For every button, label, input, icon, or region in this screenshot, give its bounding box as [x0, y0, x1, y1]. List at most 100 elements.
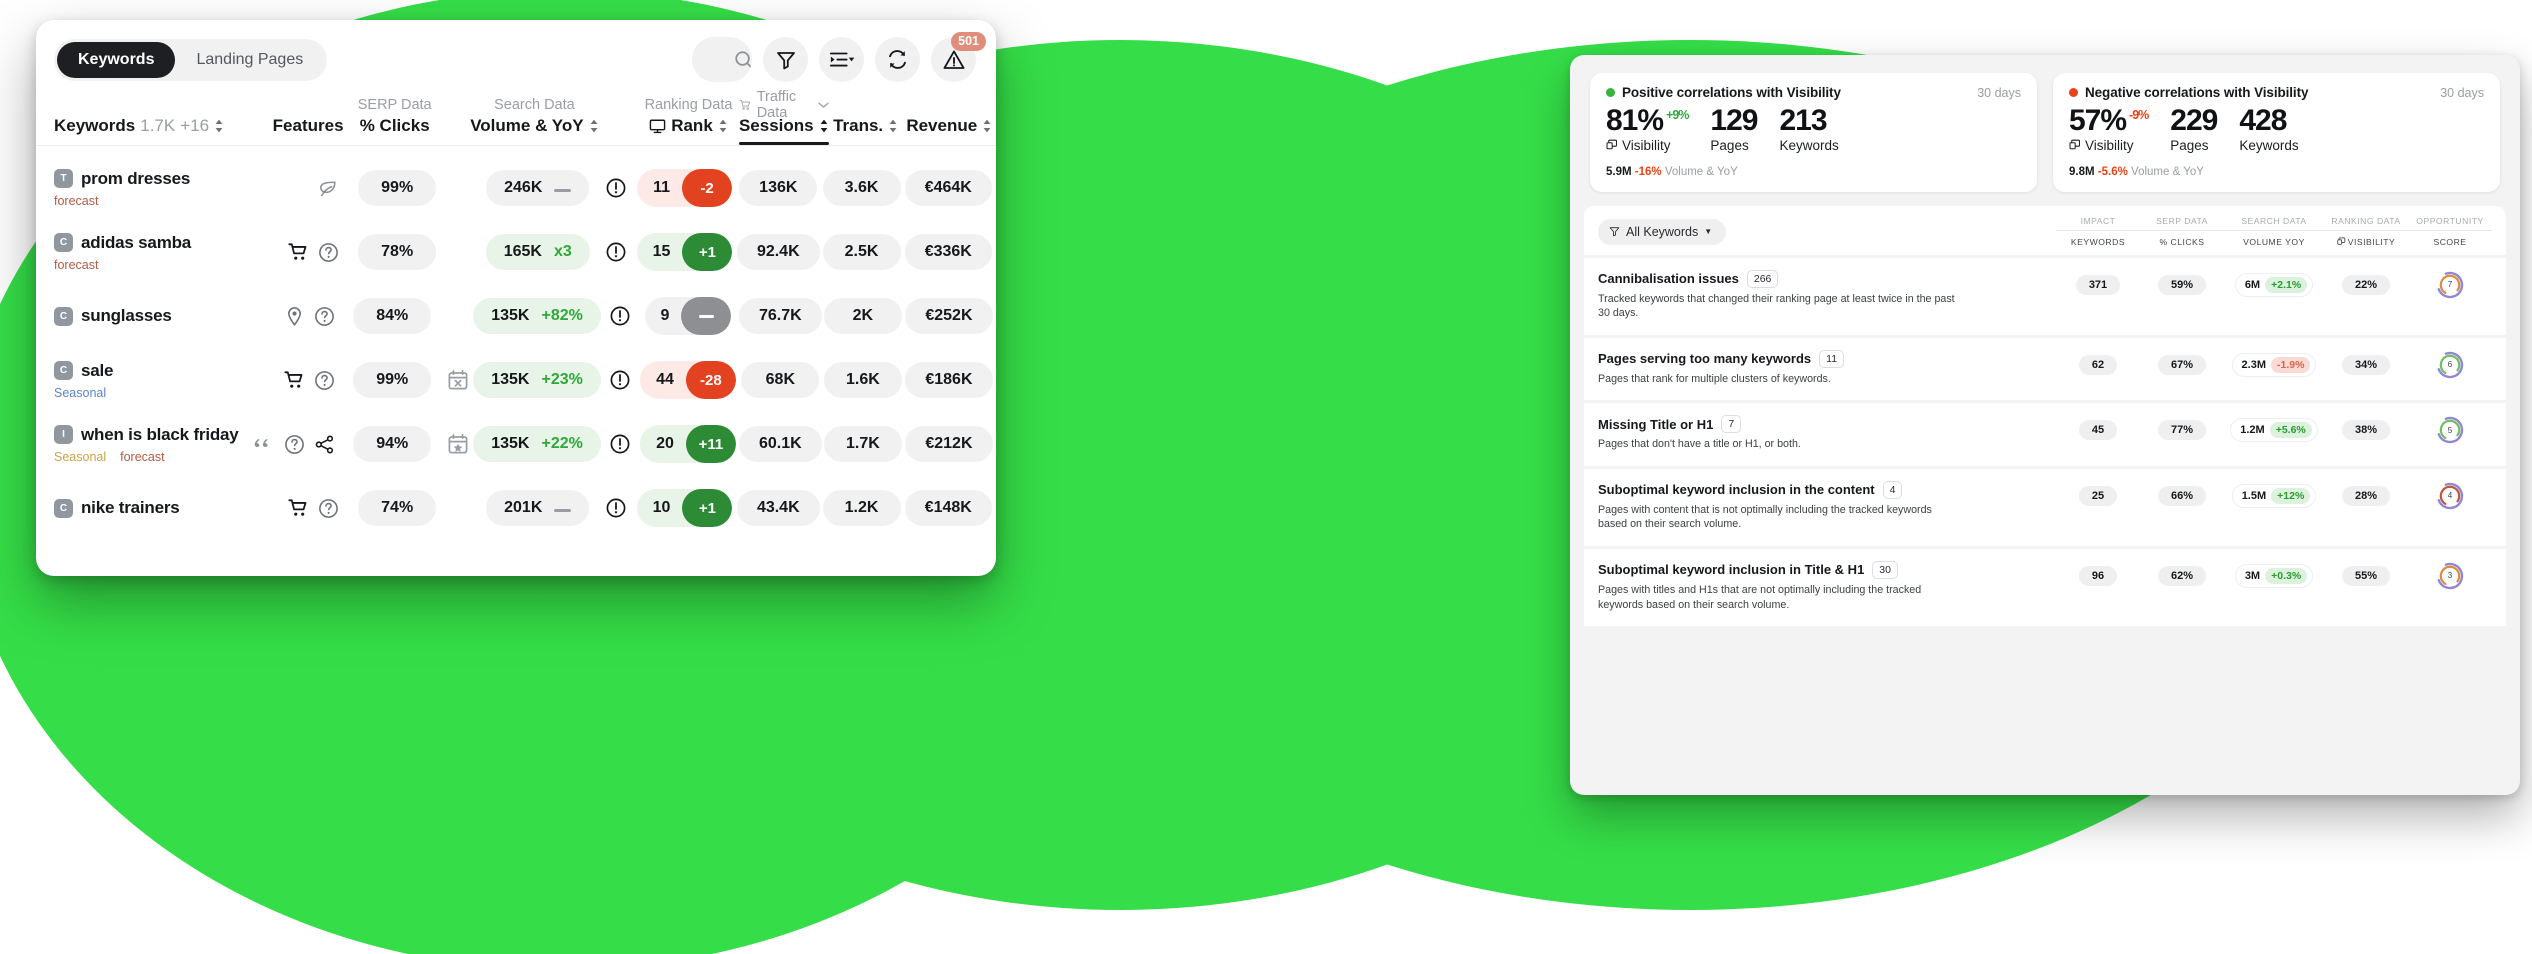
issue-clicks-value: 62% — [2157, 565, 2207, 586]
header-revenue[interactable]: Revenue — [903, 94, 997, 145]
tab-keywords[interactable]: Keywords — [57, 41, 176, 78]
search-button[interactable] — [692, 37, 752, 82]
columns-button[interactable] — [819, 37, 864, 82]
rank-pill: 44 -28 — [640, 361, 736, 399]
issues-column-ranking[interactable]: RANKING DATA VISIBILITY — [2324, 216, 2408, 247]
feature-question-icon[interactable] — [314, 370, 335, 391]
warning-circle-icon[interactable] — [605, 177, 627, 199]
issues-column-impact[interactable]: IMPACT KEYWORDS — [2056, 216, 2140, 247]
refresh-button[interactable] — [875, 37, 920, 82]
column-group-label: RANKING DATA — [2324, 216, 2408, 231]
calendar-cell[interactable] — [442, 369, 473, 391]
issue-visibility-cell: 55% — [2324, 565, 2408, 586]
keyword-name[interactable]: adidas samba — [81, 233, 191, 253]
issue-keywords-cell: 45 — [2056, 420, 2140, 441]
tab-landing-pages[interactable]: Landing Pages — [175, 42, 324, 78]
revenue-cell: €252K — [902, 298, 996, 334]
table-row[interactable]: T prom dresses forecast 99% 246K 11 -2 1… — [36, 156, 996, 220]
keyword-tag[interactable]: forecast — [54, 258, 98, 272]
keyword-cell[interactable]: C sunglasses — [36, 306, 253, 326]
keyword-cell[interactable]: C adidas samba forecast — [36, 233, 256, 272]
warning-cell[interactable] — [601, 305, 639, 327]
table-row[interactable]: C adidas samba forecast 78% 165K x3 15 +1 — [36, 220, 996, 284]
warning-cell[interactable] — [596, 241, 635, 263]
issue-row[interactable]: Missing Title or H1 7 Pages that don't h… — [1584, 403, 2506, 466]
warning-cell[interactable] — [596, 177, 635, 199]
calendar-star-icon[interactable] — [447, 433, 469, 455]
warning-circle-icon[interactable] — [605, 241, 627, 263]
keyword-cell[interactable]: I when is black friday Seasonal forecast — [36, 425, 253, 464]
keyword-tag[interactable]: Seasonal — [54, 386, 106, 400]
warning-circle-icon[interactable] — [609, 305, 631, 327]
kpi-card-negative-correlations[interactable]: Negative correlations with Visibility 30… — [2053, 73, 2500, 192]
revenue-value: €212K — [905, 426, 993, 462]
feature-cart-icon[interactable] — [288, 498, 309, 519]
keyword-name[interactable]: when is black friday — [81, 425, 239, 445]
feature-cart-icon[interactable] — [288, 242, 309, 263]
header-clicks[interactable]: SERP Data % Clicks — [352, 94, 438, 145]
issue-row[interactable]: Cannibalisation issues 266 Tracked keywo… — [1584, 257, 2506, 335]
kpi-card-positive-correlations[interactable]: Positive correlations with Visibility 30… — [1590, 73, 2037, 192]
warning-cell[interactable] — [601, 433, 639, 455]
filter-button[interactable] — [763, 37, 808, 82]
table-row[interactable]: C nike trainers 74% 201K 10 +1 43.4K 1.2… — [36, 476, 996, 540]
all-keywords-filter-button[interactable]: All Keywords ▼ — [1598, 218, 1727, 245]
keyword-cell[interactable]: T prom dresses forecast — [36, 169, 256, 208]
feature-question-icon[interactable] — [318, 242, 339, 263]
opportunity-score-ring: 3 — [2435, 561, 2465, 591]
warning-circle-icon[interactable] — [609, 369, 631, 391]
opportunity-score-value: 6 — [2447, 360, 2453, 370]
feature-share-icon[interactable] — [314, 434, 335, 455]
keyword-name[interactable]: sunglasses — [81, 306, 172, 326]
chevron-down-icon[interactable] — [818, 100, 829, 110]
feature-question-icon[interactable] — [314, 306, 335, 327]
warning-cell[interactable] — [601, 369, 639, 391]
keyword-name[interactable]: sale — [81, 361, 113, 381]
kpi-card-header: Negative correlations with Visibility 30… — [2069, 85, 2484, 100]
keyword-tag[interactable]: Seasonal — [54, 450, 106, 464]
feature-location-pin-icon[interactable] — [284, 306, 305, 327]
issues-column-serp[interactable]: SERP DATA % CLICKS — [2140, 216, 2224, 247]
warning-circle-icon[interactable] — [609, 433, 631, 455]
calendar-x-icon[interactable] — [447, 369, 469, 391]
kpi-keywords-value: 213 — [1779, 104, 1827, 137]
keyword-cell[interactable]: C sale Seasonal — [36, 361, 253, 400]
keyword-tag[interactable]: forecast — [54, 194, 98, 208]
table-row[interactable]: I when is black friday Seasonal forecast … — [36, 412, 996, 476]
feature-question-icon[interactable] — [284, 434, 305, 455]
feature-cart-icon[interactable] — [283, 370, 305, 391]
header-warning-spacer — [599, 94, 639, 145]
header-features[interactable]: Features — [243, 94, 352, 145]
alerts-button[interactable]: 501 — [931, 32, 986, 82]
feature-leaf-icon[interactable] — [316, 177, 339, 200]
header-rank[interactable]: Ranking Data Rank — [638, 94, 739, 145]
leaf-icon — [319, 180, 336, 196]
issue-count-badge: 30 — [1872, 560, 1898, 580]
issue-row[interactable]: Suboptimal keyword inclusion in the cont… — [1584, 468, 2506, 546]
issue-row[interactable]: Suboptimal keyword inclusion in Title & … — [1584, 548, 2506, 626]
warning-cell[interactable] — [596, 497, 635, 519]
keyword-name[interactable]: nike trainers — [81, 498, 180, 518]
keyword-name[interactable]: prom dresses — [81, 169, 190, 189]
issue-text: Suboptimal keyword inclusion in the cont… — [1598, 480, 2038, 532]
issues-column-search[interactable]: SEARCH DATA VOLUME YOY — [2224, 216, 2324, 247]
issue-row[interactable]: Pages serving too many keywords 11 Pages… — [1584, 337, 2506, 401]
header-sessions[interactable]: Traffic Data Sessions — [738, 89, 829, 145]
header-trans[interactable]: Trans. — [829, 94, 903, 145]
header-volume[interactable]: Search Data Volume & YoY — [470, 94, 598, 145]
header-calendar-spacer — [438, 94, 470, 145]
feature-quote-icon[interactable] — [254, 434, 275, 455]
issues-column-opportunity[interactable]: OPPORTUNITY SCORE — [2408, 216, 2492, 247]
toolbar-actions: 501 — [692, 32, 986, 82]
calendar-cell[interactable] — [442, 433, 473, 455]
keyword-cell[interactable]: C nike trainers — [36, 498, 256, 518]
keyword-type-badge: I — [54, 425, 73, 444]
table-row[interactable]: C sale Seasonal 99% 135K +23% 44 -28 68K… — [36, 348, 996, 412]
features-cell — [253, 306, 343, 327]
keyword-tag[interactable]: forecast — [120, 450, 164, 464]
warning-circle-icon[interactable] — [605, 497, 627, 519]
feature-question-icon[interactable] — [318, 498, 339, 519]
header-keywords[interactable]: Keywords 1.7K +16 — [36, 94, 243, 145]
table-row[interactable]: C sunglasses 84% 135K +82% 9 76.7K 2K €2… — [36, 284, 996, 348]
clicks-value: 99% — [353, 362, 432, 398]
